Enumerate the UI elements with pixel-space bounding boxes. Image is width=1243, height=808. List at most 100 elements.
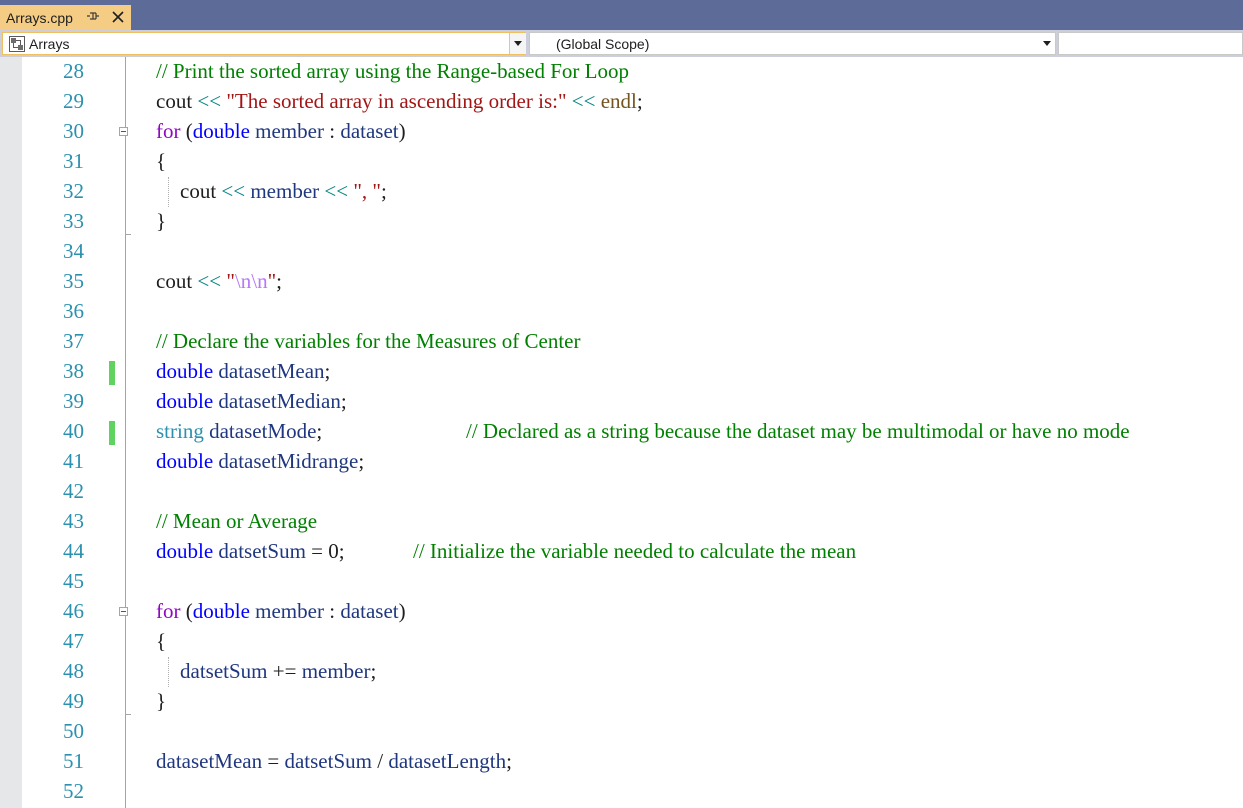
line-number: 51 [63, 749, 84, 773]
token: ; [506, 749, 512, 773]
line-number: 35 [63, 269, 84, 293]
line-number: 50 [63, 719, 84, 743]
line-number: 32 [63, 179, 84, 203]
code-text: { [156, 149, 167, 173]
line-number: 41 [63, 449, 84, 473]
token: double [156, 449, 214, 473]
token: double [156, 389, 214, 413]
code-line: 39 double datasetMedian; [0, 387, 1243, 417]
member-combo[interactable] [1058, 32, 1243, 55]
token: / [371, 749, 389, 773]
token: member [249, 599, 324, 623]
token: << [319, 179, 354, 203]
code-text: // Mean or Average [156, 509, 318, 533]
token: cout [156, 269, 193, 293]
tab-arrays-cpp[interactable]: Arrays.cpp [0, 5, 131, 30]
code-editor[interactable]: 28 // Print the sorted array using the R… [0, 57, 1243, 808]
document-tab-strip: Arrays.cpp [0, 0, 1243, 30]
code-line: 30 for (double member : dataset) [0, 117, 1243, 147]
line-number: 48 [63, 659, 84, 683]
code-text: // Print the sorted array using the Rang… [156, 59, 629, 83]
code-text: } [156, 209, 167, 233]
line-number: 37 [63, 329, 84, 353]
token: cout [156, 89, 193, 113]
tab-title: Arrays.cpp [6, 9, 73, 26]
code-line: 41 double datasetMidrange; [0, 447, 1243, 477]
token: string [156, 419, 204, 443]
token: " [267, 269, 277, 293]
code-line: 29 cout << "The sorted array in ascendin… [0, 87, 1243, 117]
token: ) [398, 599, 406, 623]
token: = [262, 749, 285, 773]
token: member [250, 179, 320, 203]
close-icon[interactable] [111, 10, 125, 24]
code-text: double datasetMidrange; [156, 449, 364, 474]
code-line: 46 for (double member : dataset) [0, 597, 1243, 627]
line-number: 28 [63, 59, 84, 83]
line-number: 43 [63, 509, 84, 533]
code-line: 49 } [0, 687, 1243, 717]
line-number: 42 [63, 479, 84, 503]
token: ( [180, 119, 193, 143]
code-line: 36 [0, 297, 1243, 327]
line-number: 39 [63, 389, 84, 413]
code-line: 28 // Print the sorted array using the R… [0, 57, 1243, 87]
line-number: 45 [63, 569, 84, 593]
line-number: 46 [63, 599, 84, 623]
token: datasetMode [203, 419, 317, 443]
token: datasetMean [213, 359, 325, 383]
code-comment: // Initialize the variable needed to cal… [413, 539, 857, 563]
project-combo-text: Arrays [29, 35, 70, 52]
code-line: 45 [0, 567, 1243, 597]
chevron-down-icon[interactable] [509, 33, 526, 54]
code-text: double datasetMean; [156, 359, 330, 384]
chevron-down-icon[interactable] [1039, 33, 1055, 54]
token: datsetSum [213, 539, 306, 563]
code-text: cout << member << ", "; [180, 179, 387, 204]
line-number: 33 [63, 209, 84, 233]
navigation-bar: Arrays (Global Scope) [0, 30, 1243, 57]
line-number: 47 [63, 629, 84, 653]
code-line: 38 double datasetMean; [0, 357, 1243, 387]
scope-combo-text: (Global Scope) [556, 35, 650, 52]
token: endl [600, 89, 637, 113]
code-text: double datasetMedian; [156, 389, 347, 414]
code-line: 32 cout << member << ", "; [0, 177, 1243, 207]
line-number: 38 [63, 359, 84, 383]
token: member [301, 659, 371, 683]
code-line: 43 // Mean or Average [0, 507, 1243, 537]
code-line: 51 datasetMean = datsetSum / datasetLeng… [0, 747, 1243, 777]
line-number: 34 [63, 239, 84, 263]
line-number: 36 [63, 299, 84, 323]
line-number: 31 [63, 149, 84, 173]
token: for [156, 119, 181, 143]
token: ; [276, 269, 283, 293]
token: ", " [353, 179, 381, 203]
project-combo[interactable]: Arrays [2, 32, 526, 55]
code-line: 33 } [0, 207, 1243, 237]
token: ; [316, 419, 323, 443]
code-text: datasetMean = datsetSum / datasetLength; [156, 749, 512, 774]
scope-combo[interactable]: (Global Scope) [529, 32, 1056, 55]
code-line: 48 datsetSum += member; [0, 657, 1243, 687]
change-marker [109, 421, 115, 445]
code-line: 44 double datsetSum = 0; // Initialize t… [0, 537, 1243, 567]
token: member [249, 119, 324, 143]
code-text: } [156, 689, 167, 713]
token: ; [358, 449, 365, 473]
code-text: cout << "The sorted array in ascending o… [156, 89, 643, 114]
code-line: 35 cout << "\n\n"; [0, 267, 1243, 297]
token: dataset [340, 119, 399, 143]
token: << [192, 269, 227, 293]
token: ) [398, 119, 406, 143]
token: cout [180, 179, 217, 203]
line-number: 49 [63, 689, 84, 713]
token: datasetMedian [213, 389, 341, 413]
code-text: for (double member : dataset) [156, 119, 406, 144]
token: for [156, 599, 181, 623]
token: double [156, 359, 214, 383]
pin-icon[interactable] [86, 9, 100, 25]
code-text: string datasetMode; [156, 419, 322, 444]
code-text: datsetSum += member; [180, 659, 376, 684]
line-number: 30 [63, 119, 84, 143]
